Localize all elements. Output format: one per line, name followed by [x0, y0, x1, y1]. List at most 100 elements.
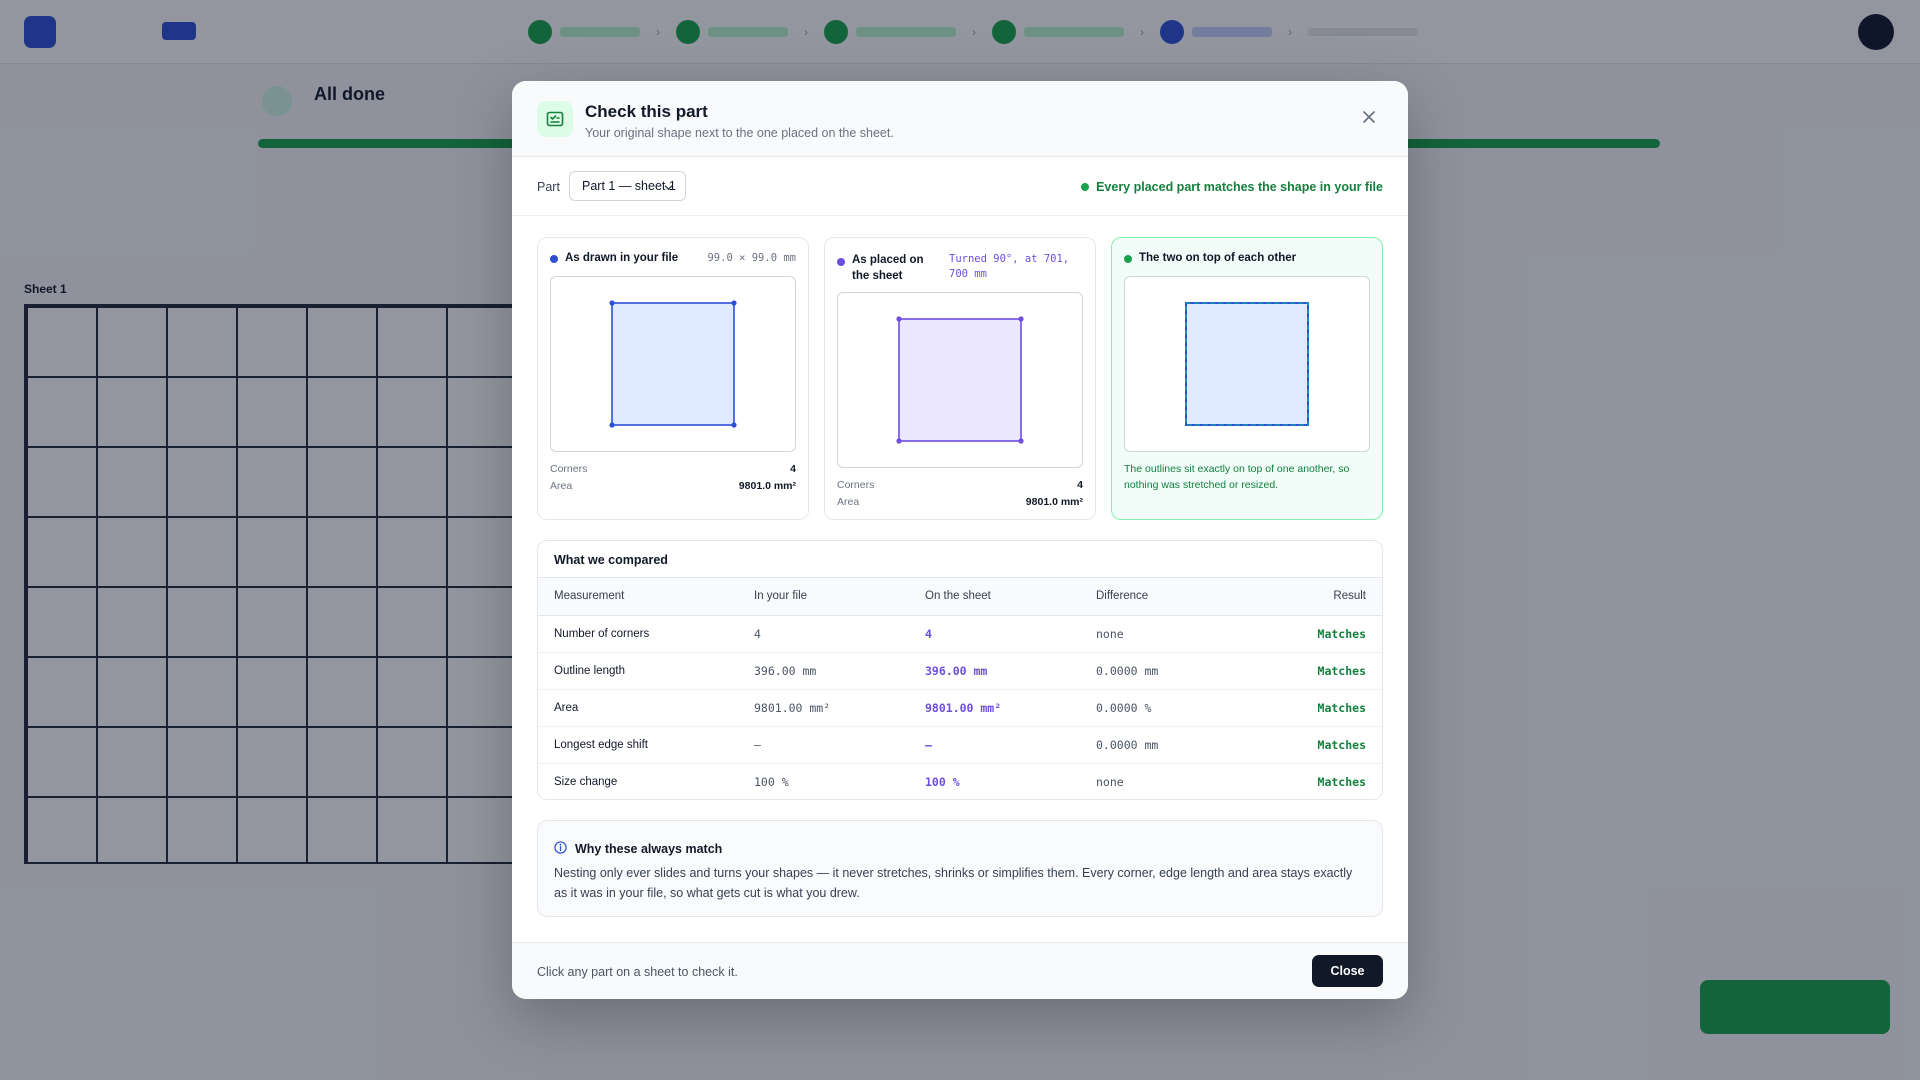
dialog-footer: Click any part on a sheet to check it. C…	[512, 942, 1408, 999]
shape-stats: Corners 4 Area 9801.0 mm²	[837, 479, 1083, 513]
part-label: Part	[537, 180, 560, 194]
close-button[interactable]: Close	[1312, 955, 1383, 987]
panel-heading: As placed on the sheet	[837, 252, 942, 284]
dialog-subtitle: Your original shape next to the one plac…	[585, 126, 894, 140]
overlay-preview	[1124, 276, 1370, 452]
table-row: Outline length 396.00 mm 396.00 mm 0.000…	[538, 652, 1382, 690]
footer-hint: Click any part on a sheet to check it.	[537, 965, 738, 979]
divider	[512, 215, 1408, 216]
sheet-value-cell: 4	[925, 615, 1096, 653]
corners-label: Corners	[550, 463, 588, 475]
result-cell: Matches	[1246, 615, 1382, 653]
file-value-cell: 100 %	[754, 774, 789, 789]
panel-heading: The two on top of each other	[1124, 252, 1296, 264]
corner-point	[896, 438, 902, 444]
column-header: Measurement	[538, 578, 754, 616]
shape-stats: Corners 4 Area 9801.0 mm²	[550, 463, 796, 497]
corner-point	[1018, 316, 1024, 322]
area-label: Area	[550, 480, 573, 492]
corners-value: 4	[1077, 479, 1083, 491]
measurement-cell: Longest edge shift	[538, 726, 754, 764]
table-row: Number of corners 4 4 none Matches	[538, 615, 1382, 653]
corner-point	[609, 422, 615, 428]
info-icon	[554, 841, 567, 857]
corners-value: 4	[790, 463, 796, 475]
comparison-table: What we compared Measurement In your fil…	[537, 540, 1383, 800]
area-label: Area	[837, 496, 860, 508]
panel-heading-text: As placed on the sheet	[852, 254, 924, 282]
table-row: Area 9801.00 mm² 9801.00 mm² 0.0000 % Ma…	[538, 689, 1382, 727]
sheet-value-cell: 100 %	[925, 774, 960, 789]
column-header: In your file	[754, 578, 925, 616]
shape-dimensions: 99.0 × 99.0 mm	[707, 252, 796, 264]
table-row: Size change 100 % 100 % none Matches	[538, 763, 1382, 799]
measurement-cell: Area	[538, 689, 754, 727]
corner-point	[1018, 438, 1024, 444]
measurement-cell: Outline length	[538, 652, 754, 690]
green-dot-icon	[1124, 255, 1132, 263]
measurement-cell: Size change	[554, 775, 618, 788]
difference-cell: none	[1096, 774, 1124, 789]
dialog-header: Check this part Your original shape next…	[512, 81, 1408, 157]
dialog-title: Check this part	[585, 102, 708, 121]
corner-point	[731, 300, 737, 306]
sheet-value-cell: —	[925, 726, 1096, 764]
panel-heading: As drawn in your file	[550, 252, 678, 264]
overlay-panel: The two on top of each other The outline…	[1111, 237, 1383, 520]
difference-cell: 0.0000 mm	[1096, 726, 1246, 764]
corners-label: Corners	[837, 479, 875, 491]
sheet-value-cell: 396.00 mm	[925, 652, 1096, 690]
overlay-note: The outlines sit exactly on top of one a…	[1124, 463, 1350, 491]
check-part-dialog: Check this part Your original shape next…	[512, 81, 1408, 999]
explanation-title: Why these always match	[554, 841, 722, 857]
sheet-value-cell: 9801.00 mm²	[925, 689, 1096, 727]
original-outline	[611, 302, 735, 426]
corner-point	[609, 300, 615, 306]
file-value-cell: 396.00 mm	[754, 652, 925, 690]
explanation-title-text: Why these always match	[575, 842, 723, 856]
part-select-value: Part 1 — sheet 1	[582, 179, 676, 193]
explanation-box: Why these always match Nesting only ever…	[537, 820, 1383, 917]
file-value-cell: 9801.00 mm²	[754, 689, 925, 727]
explanation-text: Nesting only ever slides and turns your …	[554, 866, 1353, 900]
area-value: 9801.0 mm²	[1025, 496, 1083, 508]
part-selector-row: Part Part 1 — sheet 1 Every placed part …	[537, 171, 1383, 203]
panel-heading-text: As drawn in your file	[565, 252, 679, 264]
blue-dot-icon	[550, 255, 558, 263]
table-row: Longest edge shift — — 0.0000 mm Matches	[538, 726, 1382, 764]
placed-shape-preview	[837, 292, 1083, 468]
difference-cell: none	[1096, 615, 1246, 653]
close-icon[interactable]	[1357, 105, 1381, 129]
purple-dot-icon	[837, 258, 845, 266]
placed-outline	[898, 318, 1022, 442]
original-outline	[1185, 302, 1309, 426]
placed-shape-panel: As placed on the sheet Turned 90°, at 70…	[824, 237, 1096, 520]
part-check-icon	[537, 101, 573, 137]
table-header-row: Measurement In your file On the sheet Di…	[538, 578, 1382, 616]
column-header: On the sheet	[925, 578, 1096, 616]
result-cell: Matches	[1246, 726, 1382, 764]
difference-cell: 0.0000 mm	[1096, 652, 1246, 690]
result-cell: Matches	[1246, 689, 1382, 727]
placement-info: Turned 90°, at 701, 700 mm	[949, 253, 1070, 280]
corner-point	[896, 316, 902, 322]
difference-cell: 0.0000 %	[1096, 689, 1246, 727]
part-select[interactable]: Part 1 — sheet 1	[569, 171, 686, 201]
original-shape-panel: As drawn in your file 99.0 × 99.0 mm Cor…	[537, 237, 809, 520]
corner-point	[731, 422, 737, 428]
match-status-text: Every placed part matches the shape in y…	[1096, 180, 1383, 194]
comparison-title: What we compared	[538, 541, 1382, 578]
result-cell: Matches	[1317, 774, 1366, 789]
column-header: Difference	[1096, 578, 1246, 616]
original-shape-preview	[550, 276, 796, 452]
area-value: 9801.0 mm²	[738, 480, 796, 492]
column-header: Result	[1246, 578, 1382, 616]
status-dot-icon	[1081, 183, 1090, 191]
match-status: Every placed part matches the shape in y…	[1081, 180, 1383, 194]
file-value-cell: —	[754, 726, 925, 764]
file-value-cell: 4	[754, 615, 925, 653]
panel-heading-text: The two on top of each other	[1139, 252, 1297, 264]
measurement-cell: Number of corners	[538, 615, 754, 653]
result-cell: Matches	[1246, 652, 1382, 690]
chevron-down-icon	[664, 181, 673, 195]
